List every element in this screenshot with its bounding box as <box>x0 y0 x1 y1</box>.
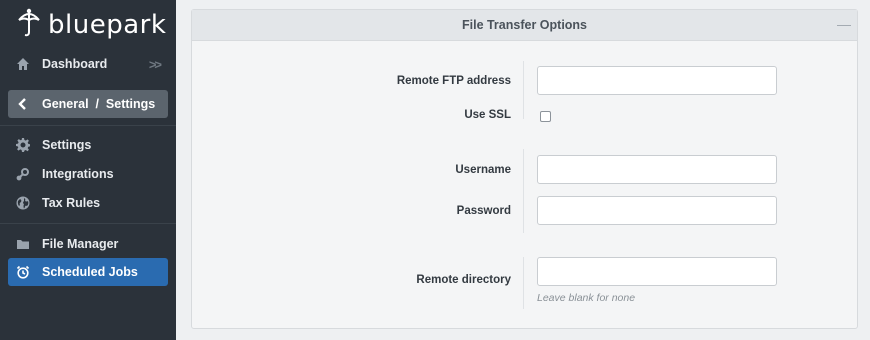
file-transfer-options-panel: File Transfer Options — Remote FTP addre… <box>191 9 858 329</box>
remote-directory-label: Remote directory <box>416 274 511 286</box>
remote-directory-input[interactable] <box>537 257 777 286</box>
form-separator <box>523 61 524 119</box>
expand-chevrons-icon[interactable]: >> <box>149 57 162 72</box>
folder-icon <box>16 237 30 251</box>
sidebar: bluepark Dashboard >> General / Settings… <box>0 0 176 340</box>
remote-directory-hint: Leave blank for none <box>537 292 636 304</box>
gear-icon <box>16 138 30 152</box>
sidebar-item-label: Scheduled Jobs <box>42 265 138 279</box>
bluepark-logo[interactable]: bluepark <box>16 8 166 42</box>
sidebar-divider <box>0 223 176 224</box>
integrations-icon <box>16 167 30 181</box>
collapse-button[interactable]: — <box>837 17 851 31</box>
home-icon <box>16 57 30 71</box>
sidebar-item-dashboard[interactable]: Dashboard >> <box>8 50 168 78</box>
panel-title: File Transfer Options <box>461 18 588 32</box>
form-separator <box>523 149 524 233</box>
remote-ftp-address-input[interactable] <box>537 66 777 95</box>
use-ssl-checkbox[interactable] <box>540 111 551 122</box>
globe-icon <box>16 196 30 210</box>
chevron-left-icon <box>16 97 30 111</box>
password-input[interactable] <box>537 196 777 225</box>
sidebar-item-tax-rules[interactable]: Tax Rules <box>8 189 168 217</box>
brand-name: bluepark <box>48 10 167 40</box>
alarm-clock-icon <box>16 265 30 279</box>
sidebar-item-integrations[interactable]: Integrations <box>8 160 168 188</box>
use-ssl-label: Use SSL <box>464 109 511 121</box>
sidebar-item-scheduled-jobs[interactable]: Scheduled Jobs <box>8 258 168 286</box>
form-separator <box>523 257 524 309</box>
sidebar-item-label: Integrations <box>42 167 114 181</box>
sidebar-item-settings[interactable]: Settings <box>8 131 168 159</box>
password-label: Password <box>456 205 511 217</box>
username-label: Username <box>455 164 511 176</box>
panel-header: File Transfer Options — <box>192 10 857 41</box>
sidebar-item-file-manager[interactable]: File Manager <box>8 230 168 258</box>
sidebar-item-label: Settings <box>42 138 92 152</box>
remote-ftp-address-label: Remote FTP address <box>396 75 511 87</box>
breadcrumb-back-button[interactable]: General / Settings <box>8 90 168 118</box>
sidebar-item-label: Dashboard <box>42 57 108 71</box>
parasol-logo-icon <box>16 8 42 43</box>
sidebar-item-label: Tax Rules <box>42 196 101 210</box>
sidebar-item-label: File Manager <box>42 237 119 251</box>
username-input[interactable] <box>537 155 777 184</box>
breadcrumb: General / Settings <box>42 97 156 111</box>
sidebar-divider <box>0 125 176 126</box>
